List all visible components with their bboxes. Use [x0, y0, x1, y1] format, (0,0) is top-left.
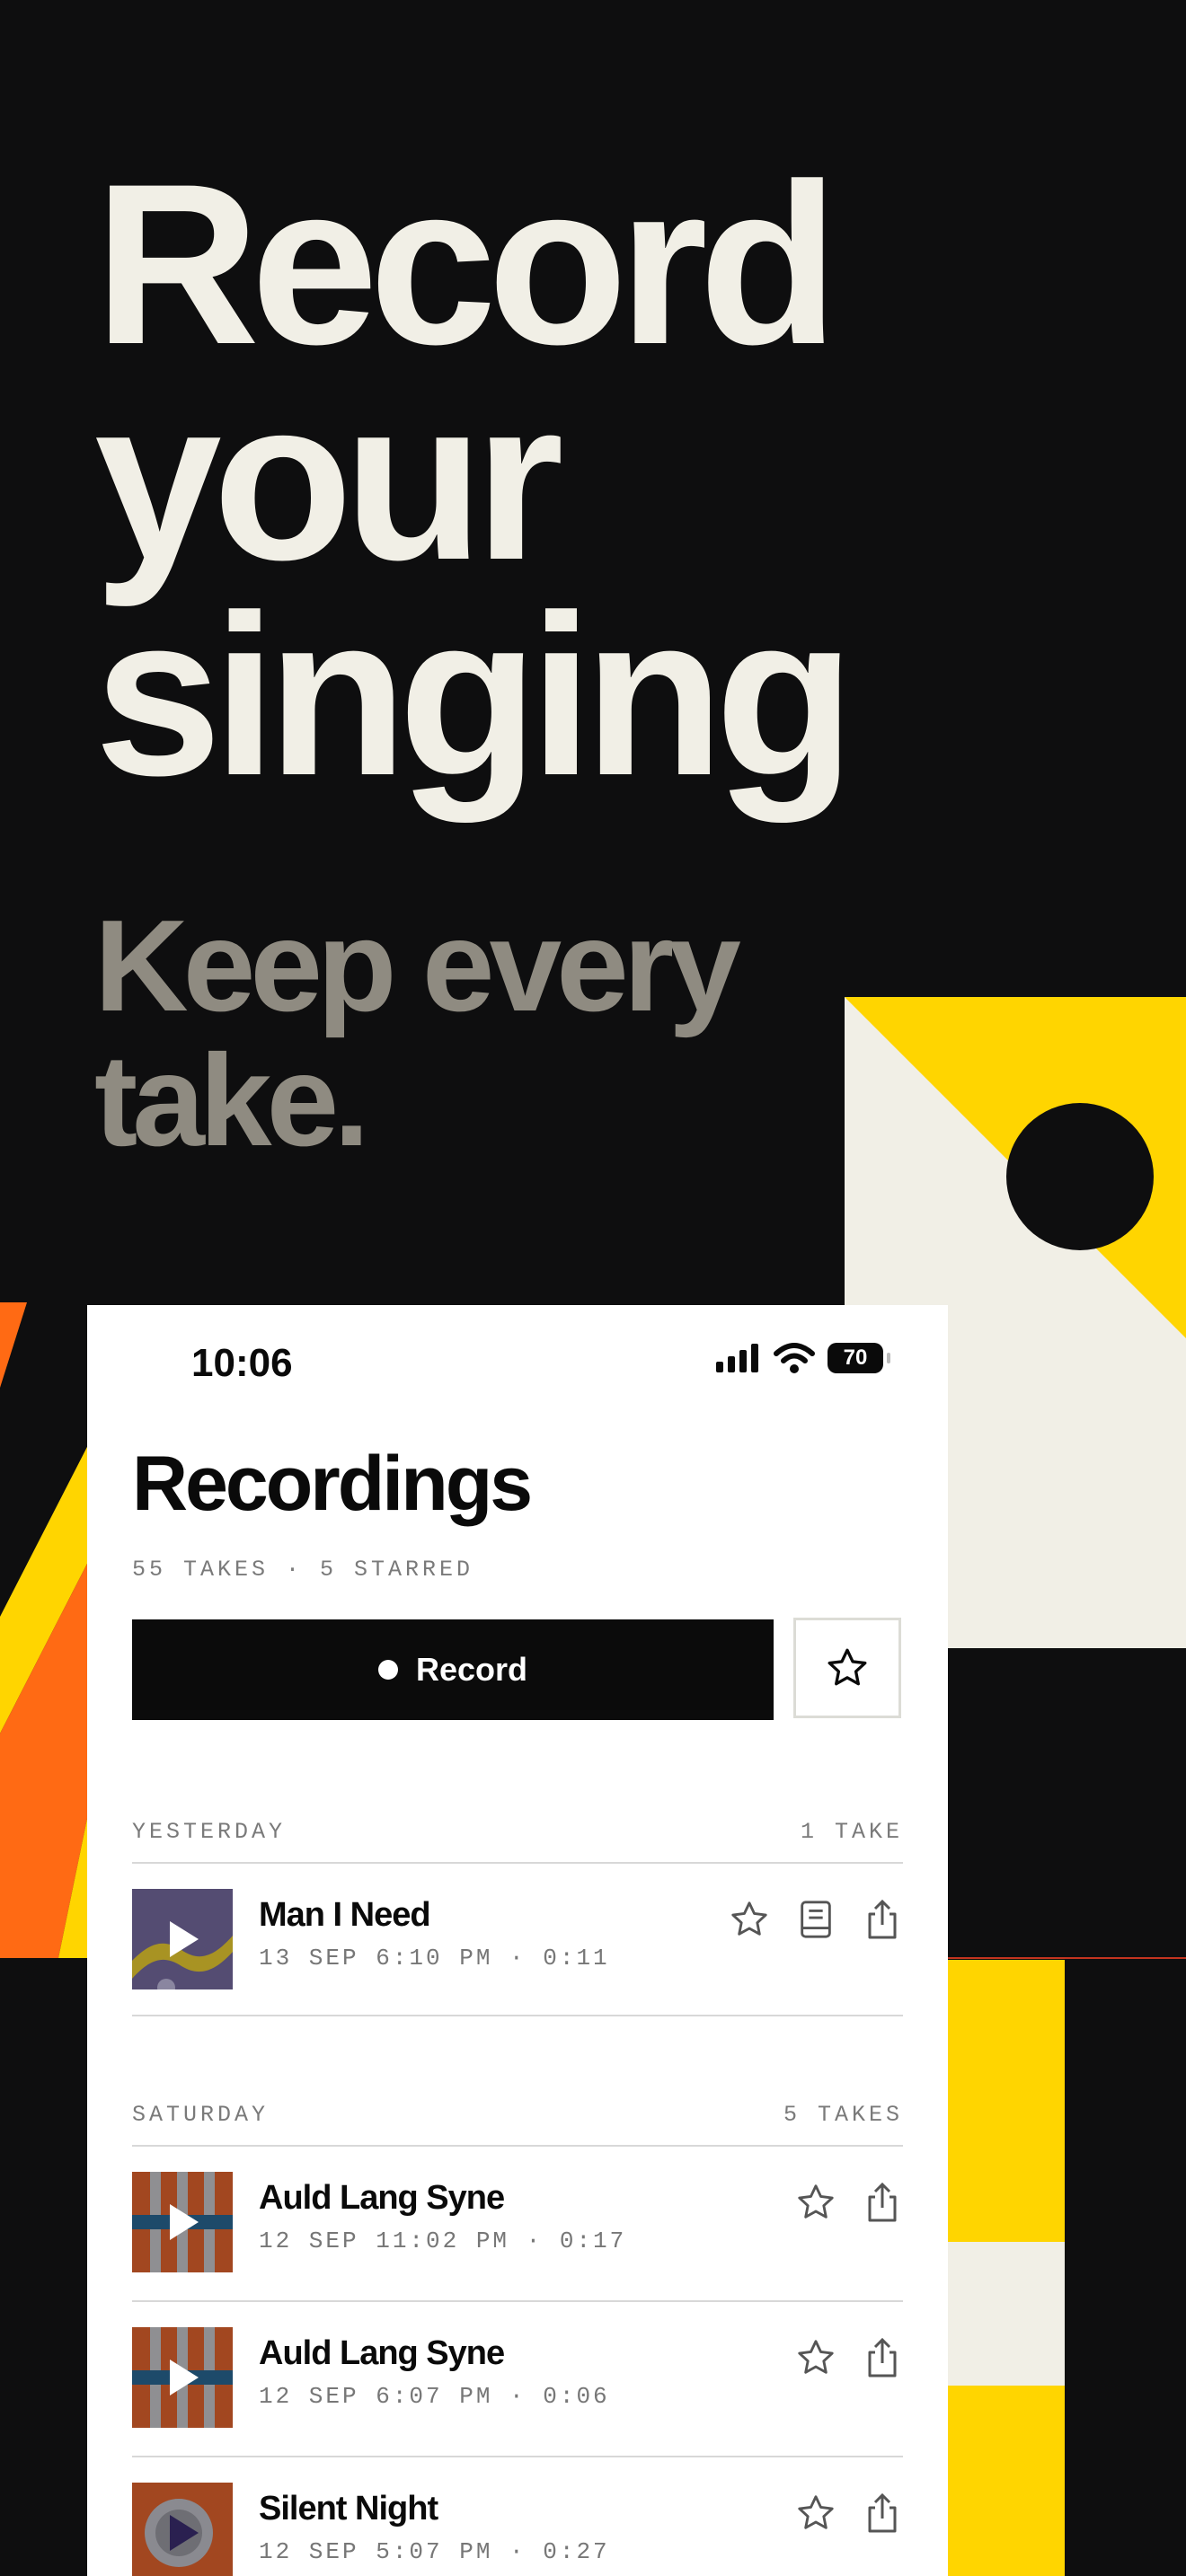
list-item[interactable]: Auld Lang Syne 12 SEP 11:02 PM · 0:17 [132, 2145, 903, 2298]
recording-meta: 13 SEP 6:10 PM · 0:11 [259, 1945, 610, 1972]
lyrics-book-icon[interactable] [795, 1896, 836, 1943]
star-icon[interactable] [729, 1896, 770, 1943]
section-header-yesterday: YESTERDAY 1 TAKE [132, 1819, 903, 1855]
record-button-label: Record [415, 1651, 528, 1688]
recording-title: Auld Lang Syne [259, 2179, 505, 2217]
play-icon [170, 2515, 199, 2551]
star-icon[interactable] [795, 2179, 836, 2226]
share-icon[interactable] [862, 2490, 903, 2536]
hero-line-1: Record [94, 137, 839, 393]
decorative-artwork-left [0, 1302, 90, 1958]
row-actions [795, 2179, 903, 2226]
phone-screen: 10:06 70 Recordings 55 TAKES · 5 STARRED… [87, 1305, 948, 2576]
cellular-signal-icon [716, 1344, 761, 1372]
row-actions [729, 1896, 903, 1943]
share-icon[interactable] [862, 2179, 903, 2226]
battery-indicator: 70 [828, 1343, 890, 1373]
hero-line-3: singing [94, 568, 855, 824]
record-button[interactable]: Record [132, 1619, 774, 1720]
thumbnail-play-button[interactable] [132, 2172, 233, 2272]
star-icon [825, 1645, 870, 1690]
status-icons: 70 [716, 1343, 890, 1373]
section-day: SATURDAY [132, 2102, 270, 2128]
recording-title: Silent Night [259, 2490, 438, 2527]
section-header-saturday: SATURDAY 5 TAKES [132, 2102, 903, 2138]
tagline: Keep every take. [94, 893, 741, 1173]
recording-meta: 12 SEP 5:07 PM · 0:27 [259, 2538, 610, 2565]
recording-title: Auld Lang Syne [259, 2334, 505, 2372]
play-icon [170, 2204, 199, 2240]
section-day: YESTERDAY [132, 1819, 287, 1845]
tagline-line-1: Keep every [94, 893, 741, 1038]
recording-stats: 55 TAKES · 5 STARRED [132, 1557, 474, 1583]
tagline-line-2: take. [94, 1028, 369, 1173]
list-item[interactable]: Auld Lang Syne 12 SEP 6:07 PM · 0:06 [132, 2300, 903, 2453]
hero-headline: Record your singing [94, 137, 855, 824]
list-item[interactable]: Man I Need 13 SEP 6:10 PM · 0:11 [132, 1862, 903, 2015]
thumbnail-play-button[interactable] [132, 2483, 233, 2576]
share-icon[interactable] [862, 2334, 903, 2381]
section-count: 5 TAKES [783, 2102, 903, 2128]
star-icon[interactable] [795, 2334, 836, 2381]
divider [132, 2015, 903, 2016]
row-actions [795, 2490, 903, 2536]
hero-line-2: your [94, 352, 564, 608]
recording-meta: 12 SEP 11:02 PM · 0:17 [259, 2228, 627, 2254]
play-icon [170, 2360, 199, 2395]
play-icon [170, 1921, 199, 1957]
section-count: 1 TAKE [800, 1819, 903, 1845]
page-title: Recordings [132, 1441, 533, 1527]
star-icon[interactable] [795, 2490, 836, 2536]
wifi-icon [774, 1343, 815, 1373]
recording-meta: 12 SEP 6:07 PM · 0:06 [259, 2383, 610, 2410]
recording-title: Man I Need [259, 1896, 431, 1934]
thumbnail-play-button[interactable] [132, 1889, 233, 1989]
record-dot-icon [377, 1660, 398, 1680]
status-time: 10:06 [191, 1341, 293, 1385]
row-actions [795, 2334, 903, 2381]
thumbnail-play-button[interactable] [132, 2327, 233, 2428]
starred-filter-button[interactable] [793, 1618, 901, 1718]
list-item[interactable]: Silent Night 12 SEP 5:07 PM · 0:27 [132, 2456, 903, 2576]
share-icon[interactable] [862, 1896, 903, 1943]
